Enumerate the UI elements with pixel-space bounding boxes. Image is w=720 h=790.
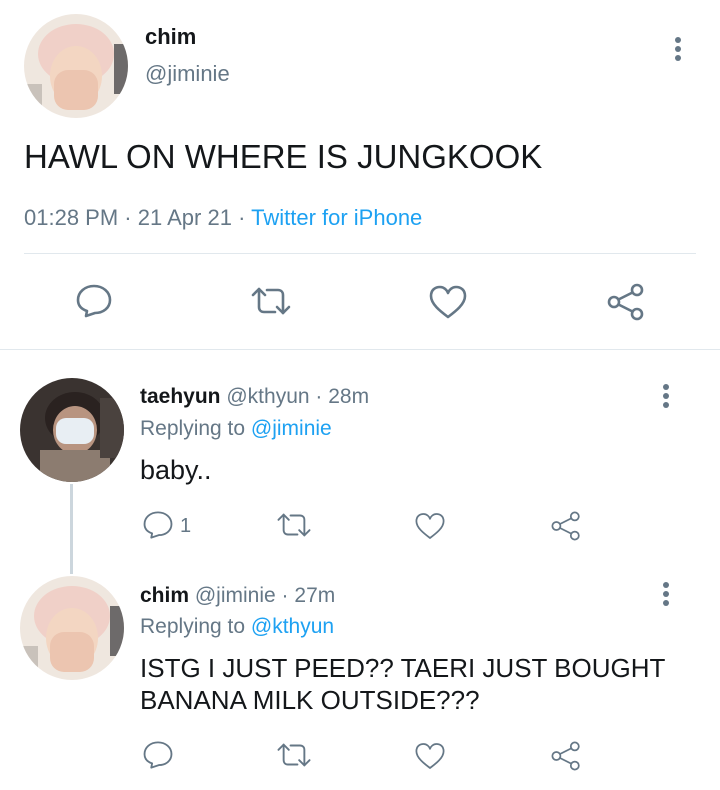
reply-author-handle[interactable]: @kthyun	[226, 385, 309, 408]
meta-separator: ·	[238, 205, 246, 230]
replying-to-label: Replying to	[140, 615, 246, 638]
more-options-icon[interactable]	[654, 578, 678, 610]
replying-to-label: Replying to	[140, 417, 246, 440]
tweet-time: 01:28 PM	[24, 205, 119, 230]
reply-avatar[interactable]	[20, 576, 124, 680]
author-name[interactable]: chim	[145, 24, 196, 50]
reply-age: 28m	[328, 385, 370, 408]
like-icon[interactable]	[428, 284, 468, 320]
reply-author-name[interactable]: chim	[140, 584, 189, 607]
share-icon[interactable]	[550, 509, 582, 543]
tweet-meta: 01:28 PM · 21 Apr 21 · Twitter for iPhon…	[24, 205, 422, 231]
reply-text: ISTG I JUST PEED?? TAERI JUST BOUGHT BAN…	[140, 652, 665, 716]
reply-age: 27m	[294, 584, 336, 607]
divider	[24, 253, 696, 254]
replying-to-handle[interactable]: @jiminie	[251, 417, 332, 440]
share-icon[interactable]	[606, 282, 646, 322]
replying-to-handle[interactable]: @kthyun	[251, 615, 334, 638]
author-avatar[interactable]	[24, 14, 128, 118]
retweet-icon[interactable]	[275, 741, 313, 769]
tweet-date: 21 Apr 21	[137, 205, 232, 230]
retweet-icon[interactable]	[249, 285, 293, 317]
reply-author-name[interactable]: taehyun	[140, 385, 221, 408]
reply-text-line: ISTG I JUST PEED?? TAERI JUST BOUGHT	[140, 653, 666, 683]
reply-header: chim @jiminie · 27m	[140, 583, 335, 609]
share-icon[interactable]	[550, 739, 582, 773]
reply-author-handle[interactable]: @jiminie	[195, 584, 276, 607]
reply-header: taehyun @kthyun · 28m	[140, 384, 369, 410]
meta-separator: ·	[124, 205, 132, 230]
reply-text-line: BANANA MILK OUTSIDE???	[140, 685, 480, 715]
reply-icon[interactable]	[142, 509, 174, 541]
meta-separator: ·	[315, 385, 323, 408]
reply-icon[interactable]	[142, 739, 174, 771]
author-handle[interactable]: @jiminie	[145, 61, 230, 87]
replying-to: Replying to @kthyun	[140, 614, 334, 640]
thread-line	[70, 484, 73, 574]
like-icon[interactable]	[414, 511, 446, 541]
tweet-text: HAWL ON WHERE IS JUNGKOOK	[24, 138, 543, 175]
meta-separator: ·	[281, 584, 289, 607]
reply-count: 1	[180, 515, 192, 537]
tweet-source-link[interactable]: Twitter for iPhone	[251, 205, 422, 230]
section-divider	[0, 349, 720, 350]
more-options-icon[interactable]	[666, 33, 690, 65]
reply-icon[interactable]	[75, 283, 113, 319]
reply-avatar[interactable]	[20, 378, 124, 482]
like-icon[interactable]	[414, 741, 446, 771]
more-options-icon[interactable]	[654, 380, 678, 412]
replying-to: Replying to @jiminie	[140, 416, 332, 442]
retweet-icon[interactable]	[275, 511, 313, 539]
reply-text: baby..	[140, 455, 212, 485]
